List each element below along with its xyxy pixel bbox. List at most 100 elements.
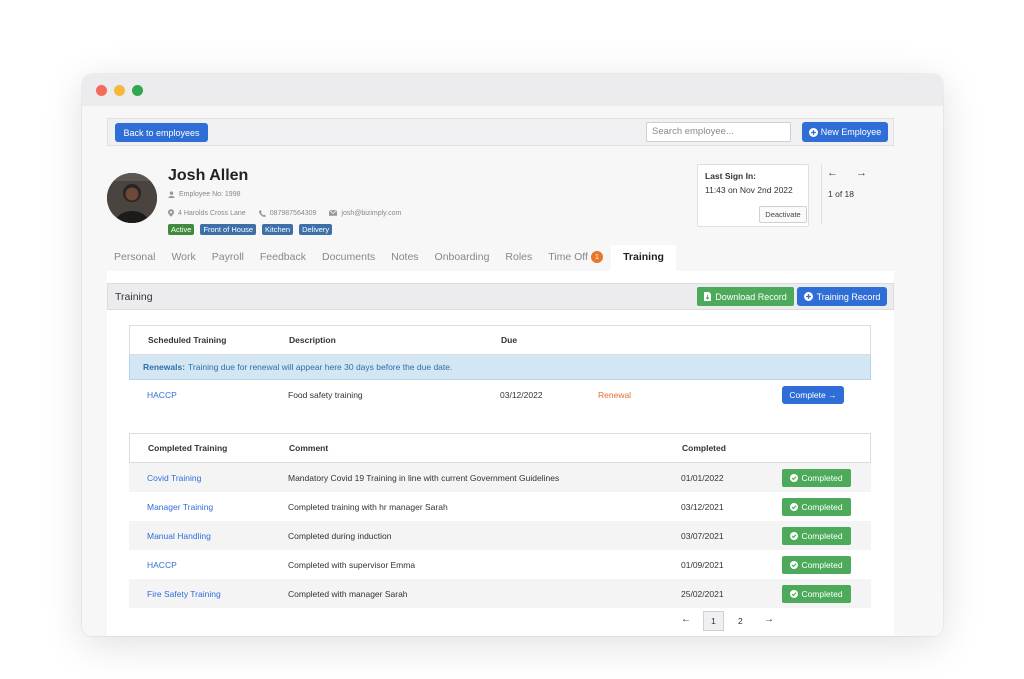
- pagination-page-2[interactable]: 2: [738, 616, 743, 626]
- completed-training-date: 03/07/2021: [681, 530, 724, 541]
- check-circle-icon: [790, 589, 799, 598]
- employee-phone: 087987564309: [269, 209, 317, 217]
- tab-feedback[interactable]: Feedback: [252, 245, 314, 271]
- completed-training-name[interactable]: Covid Training: [147, 473, 201, 483]
- tab-time-off[interactable]: Time Off 1: [540, 245, 611, 271]
- completed-training-date: 03/12/2021: [681, 501, 724, 512]
- completed-row: HACCP Completed with supervisor Emma 01/…: [129, 550, 871, 579]
- completed-status-button[interactable]: Completed: [782, 497, 851, 516]
- prev-employee-arrow[interactable]: ←: [827, 167, 838, 179]
- window-titlebar: [82, 74, 943, 106]
- training-panel: Scheduled Training Description Due Renew…: [107, 310, 894, 636]
- tab-personal[interactable]: Personal: [107, 245, 163, 271]
- phone-icon: [258, 209, 266, 217]
- pagination: ← 1 2 →: [129, 608, 871, 636]
- tab-notes[interactable]: Notes: [383, 245, 426, 271]
- completed-training-name[interactable]: Manual Handling: [147, 531, 211, 541]
- check-circle-icon: [790, 502, 799, 511]
- divider: [821, 164, 822, 224]
- completed-training-comment: Completed with supervisor Emma: [288, 559, 416, 570]
- plus-circle-icon: [803, 292, 813, 301]
- completed-training-comment: Completed with manager Sarah: [288, 588, 408, 599]
- employee-tabs: Personal Work Payroll Feedback Documents…: [107, 245, 676, 271]
- completed-training-table: Completed Training Comment Completed Cov…: [129, 433, 871, 636]
- employee-email[interactable]: josh@bizimply.com: [341, 210, 401, 217]
- user-icon: [168, 191, 175, 198]
- tab-documents[interactable]: Documents: [314, 245, 383, 271]
- completed-status-label: Completed: [801, 501, 843, 512]
- back-to-employees-button[interactable]: Back to employees: [115, 123, 208, 142]
- scheduled-training-name[interactable]: HACCP: [147, 390, 177, 400]
- check-circle-icon: [790, 531, 799, 540]
- last-sign-in-title: Last Sign In:: [705, 171, 756, 181]
- tab-time-off-label: Time Off: [548, 251, 588, 263]
- check-circle-icon: [790, 473, 799, 482]
- top-toolbar: Back to employees Search employee... New…: [107, 118, 894, 146]
- tag-kitchen: Kitchen: [262, 224, 294, 235]
- employee-address: 4 Harolds Cross Lane: [178, 209, 246, 217]
- col-completed-training: Completed Training: [148, 443, 228, 453]
- employee-position-count: 1 of 18: [828, 189, 854, 199]
- search-employee-input[interactable]: Search employee...: [646, 122, 791, 142]
- complete-training-button[interactable]: Complete →: [782, 386, 844, 404]
- completed-status-button[interactable]: Completed: [782, 584, 851, 603]
- tab-work[interactable]: Work: [163, 245, 203, 271]
- renewal-status: Renewal: [598, 390, 632, 400]
- plus-circle-icon: [808, 127, 818, 137]
- employee-number: Employee No: 1998: [179, 191, 241, 198]
- envelope-icon: [329, 210, 338, 216]
- completed-training-date: 01/01/2022: [681, 472, 724, 483]
- completed-training-comment: Mandatory Covid 19 Training in line with…: [288, 472, 560, 483]
- tab-roles[interactable]: Roles: [497, 245, 540, 271]
- completed-row: Manual Handling Completed during inducti…: [129, 521, 871, 550]
- completed-training-name[interactable]: Fire Safety Training: [147, 589, 221, 599]
- completed-status-label: Completed: [801, 588, 843, 599]
- tag-active: Active: [168, 224, 195, 235]
- next-employee-arrow[interactable]: →: [856, 167, 867, 179]
- completed-training-name[interactable]: HACCP: [147, 560, 177, 570]
- maximize-window-dot[interactable]: [132, 84, 143, 96]
- scheduled-training-due: 03/12/2022: [500, 390, 543, 400]
- training-record-label: Training Record: [816, 291, 881, 302]
- minimize-window-dot[interactable]: [114, 84, 125, 96]
- pagination-page-1[interactable]: 1: [703, 611, 724, 631]
- completed-status-label: Completed: [801, 559, 843, 570]
- completed-training-name[interactable]: Manager Training: [147, 502, 213, 512]
- completed-row: Covid Training Mandatory Covid 19 Traini…: [129, 463, 871, 492]
- training-section-header: Training Download Record Training Record: [107, 283, 894, 310]
- completed-training-date: 01/09/2021: [681, 559, 724, 570]
- tag-front-of-house: Front of House: [200, 224, 257, 235]
- completed-status-button[interactable]: Completed: [782, 526, 851, 545]
- col-scheduled-training: Scheduled Training: [148, 335, 227, 345]
- scheduled-training-table: Scheduled Training Description Due Renew…: [129, 325, 871, 410]
- tab-onboarding[interactable]: Onboarding: [427, 245, 498, 271]
- completed-table-header: Completed Training Comment Completed: [129, 433, 871, 463]
- tag-delivery: Delivery: [299, 224, 333, 235]
- new-employee-button[interactable]: New Employee: [802, 122, 888, 142]
- check-circle-icon: [790, 560, 799, 569]
- time-off-badge: 1: [590, 251, 604, 263]
- add-training-record-button[interactable]: Training Record: [797, 287, 887, 306]
- browser-window: Back to employees Search employee... New…: [82, 74, 943, 636]
- download-record-button[interactable]: Download Record: [697, 287, 794, 306]
- close-window-dot[interactable]: [96, 84, 107, 96]
- col-comment: Comment: [289, 443, 329, 453]
- completed-status-button[interactable]: Completed: [782, 468, 851, 487]
- employee-contact-row: 4 Harolds Cross Lane 087987564309 josh@b…: [168, 209, 401, 217]
- pagination-next[interactable]: →: [764, 614, 774, 625]
- completed-row: Manager Training Completed training with…: [129, 492, 871, 521]
- file-download-icon: [704, 292, 712, 301]
- renewal-info-alert: Renewals: Training due for renewal will …: [129, 355, 871, 380]
- deactivate-button[interactable]: Deactivate: [759, 206, 807, 223]
- tab-training[interactable]: Training: [611, 245, 676, 271]
- last-sign-in-time: 11:43 on Nov 2nd 2022: [705, 185, 793, 195]
- scheduled-row: HACCP Food safety training 03/12/2022 Re…: [129, 380, 871, 410]
- tab-payroll[interactable]: Payroll: [204, 245, 252, 271]
- pagination-prev[interactable]: ←: [681, 614, 691, 625]
- completed-status-button[interactable]: Completed: [782, 555, 851, 574]
- map-marker-icon: [168, 209, 174, 217]
- employee-avatar: [107, 173, 157, 223]
- section-title: Training: [115, 291, 153, 303]
- download-record-label: Download Record: [715, 291, 787, 302]
- renewal-note-label: Renewals:: [143, 362, 186, 372]
